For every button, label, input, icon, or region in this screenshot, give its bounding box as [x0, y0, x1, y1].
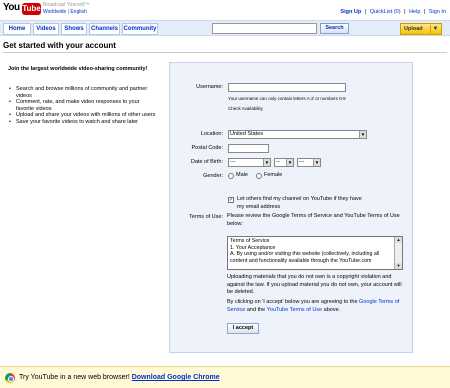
location-label: Location: [200, 131, 223, 137]
tab-shows[interactable]: Shows [61, 23, 87, 35]
search-button[interactable]: Search [320, 23, 349, 34]
accept-button[interactable]: I accept [227, 323, 259, 334]
intro-heading: Join the largest worldwide video-sharing… [8, 66, 148, 72]
location-value: United States [230, 131, 264, 137]
dob-month-value: --- [230, 159, 236, 165]
tab-channels[interactable]: Channels [89, 23, 120, 35]
youtube-tou-link[interactable]: YouTube Terms of Use [267, 307, 322, 313]
terms-label: Terms of Use: [189, 214, 223, 220]
chevron-down-icon: ▼ [286, 159, 293, 166]
chrome-promo-bar: Try YouTube in a new web browser! Downlo… [0, 366, 450, 388]
gender-male-label: Male [236, 172, 248, 178]
dob-year-select[interactable]: --- ▼ [297, 158, 321, 167]
logo-tube: Tube [22, 3, 41, 15]
top-links: Sign Up | QuickList (0) | Help | Sign In [338, 9, 446, 15]
terms-intro: Please review the Google Terms of Servic… [227, 213, 400, 227]
dob-day-value: -- [276, 159, 280, 165]
username-note: Your username can only contain letters A… [228, 96, 346, 101]
postal-code-label: Postal Code: [191, 145, 224, 151]
chrome-icon [5, 373, 15, 383]
terms-textbox[interactable]: Terms of Service 1. Your Acceptance A. B… [227, 236, 403, 270]
dob-label: Date of Birth: [190, 159, 223, 165]
agree-pre: By clicking on 'I accept' below you are … [227, 299, 358, 305]
location-select[interactable]: United States ▼ [228, 130, 367, 139]
page-title: Get started with your account [3, 41, 116, 50]
find-channel-label: Let others find my channel on YouTube if… [237, 196, 362, 210]
chevron-down-icon: ▼ [359, 131, 366, 138]
upload-dropdown-icon[interactable]: ▼ [430, 25, 440, 33]
scroll-up-icon[interactable]: ▲ [395, 237, 402, 243]
upload-button[interactable]: Upload ▼ [400, 23, 442, 35]
gender-male-radio[interactable] [228, 173, 234, 179]
feature-list: Search and browse millions of community … [8, 86, 158, 125]
youtube-logo[interactable]: You Tube [3, 2, 41, 17]
worldwide-link[interactable]: Worldwide [43, 9, 66, 15]
tos-line: A. By using and/or visiting this website… [230, 251, 380, 257]
tab-home[interactable]: Home [3, 23, 31, 35]
agreement-text: By clicking on 'I accept' below you are … [227, 299, 405, 314]
check-availability-link[interactable]: Check Availability [228, 106, 263, 111]
signup-link[interactable]: Sign Up [340, 9, 361, 15]
quicklist-link[interactable]: QuickList (0) [370, 9, 401, 15]
agree-mid: and the [246, 306, 266, 313]
feature-item: Comment, rate, and make video responses … [8, 99, 158, 112]
tab-community[interactable]: Community [122, 23, 158, 35]
logo-you: You [3, 2, 20, 13]
top-link-separator: | [364, 9, 367, 15]
terms-scrollbar[interactable]: ▲ ▼ [394, 237, 402, 269]
chevron-down-icon: ▼ [313, 159, 320, 166]
feature-item: Search and browse millions of community … [8, 86, 158, 99]
username-field[interactable] [228, 83, 346, 92]
top-link-separator: | [404, 9, 406, 15]
help-link[interactable]: Help [409, 9, 420, 15]
postal-code-field[interactable] [228, 144, 269, 153]
feature-item: Save your favorite videos to watch and s… [8, 119, 158, 126]
locale-links: Worldwide | English [43, 9, 87, 15]
gender-female-radio[interactable] [256, 173, 262, 179]
download-chrome-link[interactable]: Download Google Chrome [132, 374, 220, 381]
tagline: Broadcast Yourself™ [43, 2, 90, 8]
main-nav: Home Videos Shows Channels Community Sea… [0, 20, 450, 36]
chevron-down-icon: ▼ [263, 159, 270, 166]
scroll-down-icon[interactable]: ▼ [395, 263, 402, 269]
agree-post: above. [323, 306, 341, 313]
dob-year-value: --- [299, 159, 305, 165]
gender-label: Gender: [203, 173, 223, 179]
chrome-promo-label: Try YouTube in a new web browser! [19, 374, 130, 381]
search-input[interactable] [212, 23, 317, 34]
username-label: Username: [196, 84, 223, 90]
top-link-separator: | [423, 9, 426, 15]
language-link[interactable]: English [70, 9, 86, 15]
find-channel-checkbox[interactable]: ✓ [228, 197, 234, 203]
tab-videos[interactable]: Videos [33, 23, 59, 35]
locale-separator: | [67, 9, 69, 15]
copyright-note: Uploading materials that you do not own … [227, 274, 402, 295]
dob-day-select[interactable]: -- ▼ [274, 158, 294, 167]
dob-month-select[interactable]: --- ▼ [228, 158, 271, 167]
gender-female-label: Female [264, 172, 283, 178]
signup-form: Username: Your username can only contain… [169, 62, 413, 353]
chrome-promo-text: Try YouTube in a new web browser! Downlo… [19, 374, 220, 381]
tos-line: content and functionality available thro… [230, 257, 372, 264]
signin-link[interactable]: Sign In [429, 9, 446, 15]
title-divider [3, 52, 447, 53]
upload-label: Upload [404, 26, 423, 32]
